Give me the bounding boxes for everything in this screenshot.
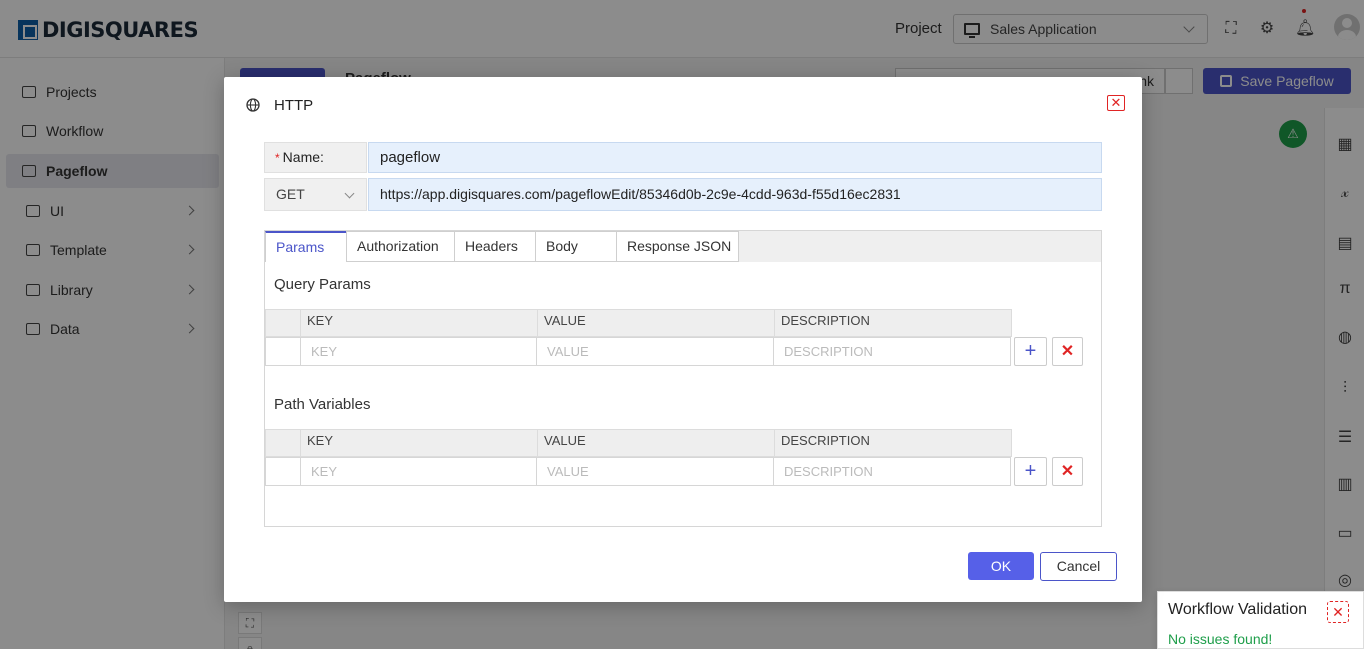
row-checkbox-cell[interactable]: [265, 457, 301, 486]
path-variables-title: Path Variables: [274, 396, 371, 413]
tab-params[interactable]: Params: [265, 231, 347, 262]
row-checkbox-cell[interactable]: [265, 337, 301, 366]
column-header: VALUE: [537, 430, 774, 456]
column-header: VALUE: [537, 310, 774, 336]
path-key-input[interactable]: KEY: [300, 457, 537, 486]
delete-query-param-button[interactable]: ✕: [1052, 337, 1083, 366]
path-variables-header: KEY VALUE DESCRIPTION: [265, 429, 1012, 457]
ok-button[interactable]: OK: [968, 552, 1034, 580]
http-method-select[interactable]: GET: [264, 178, 367, 211]
tab-headers[interactable]: Headers: [454, 231, 536, 262]
tab-body[interactable]: Body: [535, 231, 617, 262]
column-header: KEY: [300, 430, 537, 456]
http-method-value: GET: [276, 186, 305, 202]
globe-icon: [246, 98, 260, 112]
path-description-input[interactable]: DESCRIPTION: [773, 457, 1011, 486]
cancel-button[interactable]: Cancel: [1040, 552, 1117, 581]
query-key-input[interactable]: KEY: [300, 337, 537, 366]
workflow-validation-panel: Workflow Validation ✕ No issues found!: [1157, 591, 1364, 649]
name-label-text: Name:: [282, 149, 324, 165]
required-marker: *: [275, 151, 280, 165]
tab-response-json[interactable]: Response JSON: [616, 231, 739, 262]
http-dialog: HTTP ✕ * Name: pageflow GET https://app.d…: [224, 77, 1142, 602]
query-params-header: KEY VALUE DESCRIPTION: [265, 309, 1012, 337]
add-path-variable-button[interactable]: +: [1014, 457, 1047, 486]
url-input[interactable]: https://app.digisquares.com/pageflowEdit…: [368, 178, 1102, 211]
delete-path-variable-button[interactable]: ✕: [1052, 457, 1083, 486]
name-input[interactable]: pageflow: [368, 142, 1102, 173]
tab-strip: Params Authorization Headers Body Respon…: [265, 231, 1101, 262]
workflow-validation-title: Workflow Validation: [1168, 601, 1308, 618]
close-icon[interactable]: ✕: [1107, 95, 1125, 111]
dialog-title: HTTP: [274, 97, 314, 114]
close-icon[interactable]: ✕: [1327, 601, 1349, 623]
tab-authorization[interactable]: Authorization: [346, 231, 455, 262]
name-label: * Name:: [264, 142, 367, 173]
query-description-input[interactable]: DESCRIPTION: [773, 337, 1011, 366]
column-header: KEY: [300, 310, 537, 336]
request-tabs-panel: Params Authorization Headers Body Respon…: [264, 230, 1102, 527]
column-header: DESCRIPTION: [774, 430, 1011, 456]
query-params-title: Query Params: [274, 276, 371, 293]
workflow-validation-message: No issues found!: [1168, 631, 1273, 647]
column-header: DESCRIPTION: [774, 310, 1011, 336]
query-value-input[interactable]: VALUE: [536, 337, 774, 366]
chevron-down-icon: [344, 188, 355, 199]
path-value-input[interactable]: VALUE: [536, 457, 774, 486]
add-query-param-button[interactable]: +: [1014, 337, 1047, 366]
